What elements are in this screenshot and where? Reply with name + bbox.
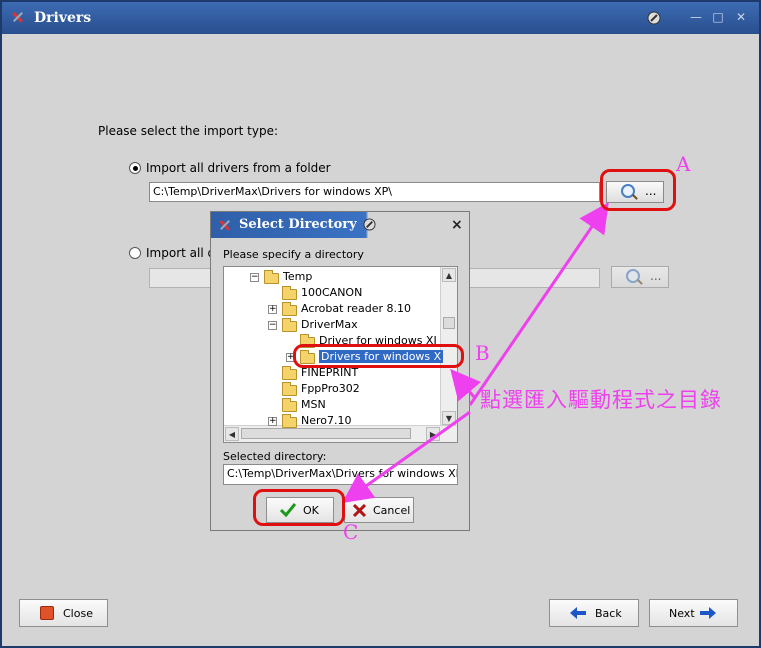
annotation-note: 點選匯入驅動程式之目錄 [480,388,722,412]
arrow-to-folder [450,368,482,402]
arrow-to-ok [342,410,471,503]
annotation-arrows [342,202,609,503]
annotation-label-b: B [475,341,490,365]
arrow-to-browse [468,202,609,406]
annotation-box-ok [253,489,345,526]
annotation-box-folder [293,344,464,368]
annotation-label-a: A [676,152,691,176]
annotation-label-c: C [343,520,359,544]
annotation-box-browse [600,169,676,211]
